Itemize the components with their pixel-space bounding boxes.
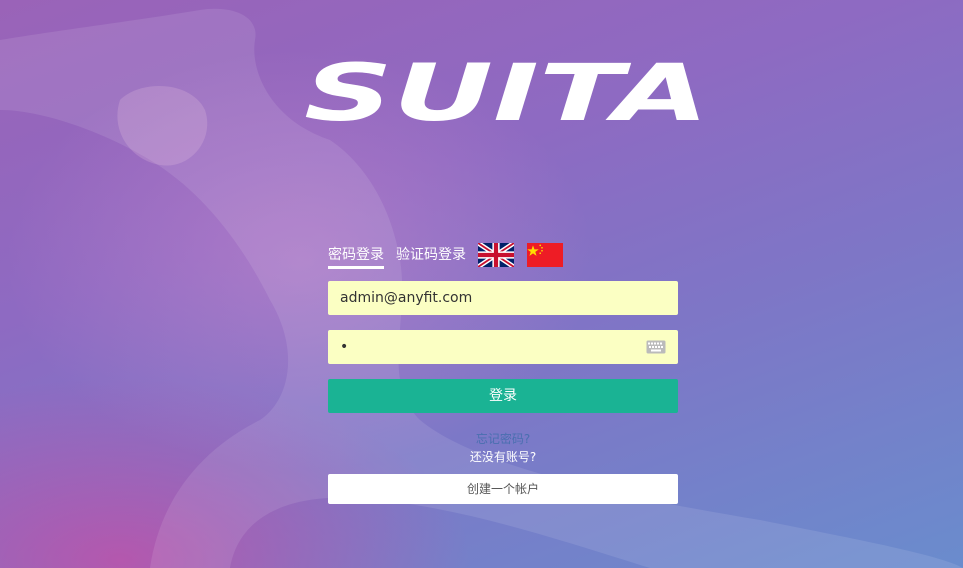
- email-field[interactable]: [328, 281, 678, 315]
- english-flag-icon[interactable]: [478, 243, 514, 267]
- chinese-flag-icon[interactable]: [527, 243, 563, 267]
- no-account-text: 还没有账号?: [469, 450, 537, 464]
- tab-code-login[interactable]: 验证码登录: [396, 242, 466, 268]
- password-field[interactable]: [328, 330, 678, 364]
- svg-text:SUITA: SUITA: [304, 58, 709, 128]
- email-input[interactable]: [328, 281, 678, 315]
- login-tabs: 密码登录 验证码登录: [328, 240, 576, 270]
- password-input[interactable]: [328, 330, 678, 364]
- keyboard-icon[interactable]: [646, 340, 666, 354]
- login-button[interactable]: 登录: [328, 379, 678, 413]
- create-account-button[interactable]: 创建一个帐户: [328, 474, 678, 504]
- forgot-password-link[interactable]: 忘记密码?: [328, 430, 678, 447]
- tab-password-login[interactable]: 密码登录: [328, 242, 384, 269]
- suita-logo: SUITA: [304, 58, 709, 128]
